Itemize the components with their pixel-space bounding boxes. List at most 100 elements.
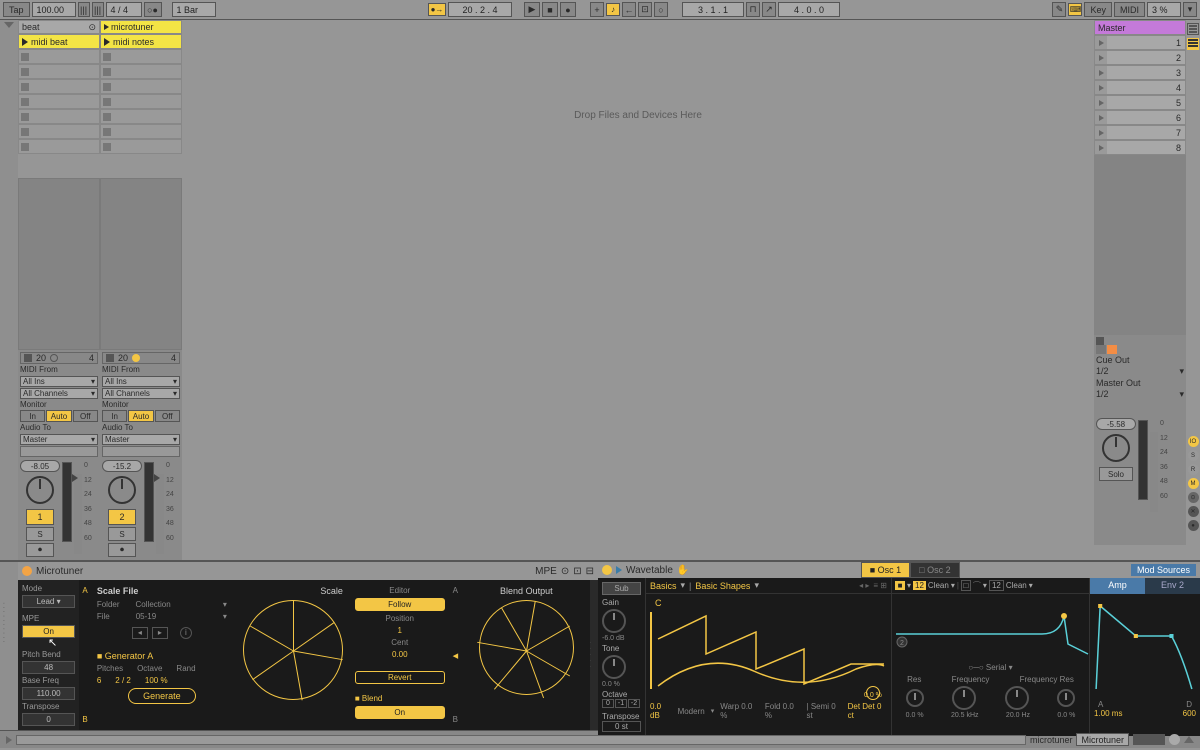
wavetable-display[interactable]: C <box>646 594 892 698</box>
revert-button[interactable]: Revert <box>355 671 445 684</box>
modern-select[interactable]: Modern <box>678 707 705 716</box>
scene-row[interactable]: 6 <box>1094 110 1186 125</box>
master-header[interactable]: Master <box>1094 20 1186 35</box>
clip-slot[interactable] <box>100 139 182 154</box>
selector-s[interactable]: S <box>1188 450 1199 461</box>
scene-row[interactable]: 5 <box>1094 95 1186 110</box>
clip-slot[interactable] <box>100 64 182 79</box>
cue-knob[interactable] <box>1102 434 1130 462</box>
audio-to-select[interactable]: Master▾ <box>20 434 98 445</box>
key-map[interactable]: Key <box>1084 2 1112 17</box>
midi-from-select[interactable]: All Ins▾ <box>102 376 180 387</box>
drop-area[interactable]: Drop Files and Devices Here <box>182 20 1094 560</box>
overload-icon[interactable]: ▾ <box>1183 2 1197 17</box>
osc2-tab[interactable]: □ Osc 2 <box>910 562 959 578</box>
solo-button[interactable]: Solo <box>1099 467 1133 481</box>
volume-readout[interactable]: -8.05 <box>20 460 60 472</box>
selector-io[interactable]: IO <box>1188 436 1199 447</box>
keyboard-icon[interactable]: ⌨ <box>1068 3 1082 16</box>
blend-on-button[interactable]: On <box>355 706 445 719</box>
oct-2-button[interactable]: -2 <box>628 699 640 708</box>
mode-select[interactable]: Lead ▾ <box>22 595 75 608</box>
stop-button[interactable]: ■ <box>542 2 558 17</box>
mod-sources-tab[interactable]: Mod Sources <box>1131 564 1196 576</box>
cent-value[interactable]: 0.00 <box>355 650 445 659</box>
midi-channel-select[interactable]: All Channels▾ <box>102 388 180 399</box>
attack-value[interactable]: 1.00 ms <box>1094 709 1122 718</box>
arm-button[interactable]: ⏺ <box>26 543 54 557</box>
clip-slot[interactable] <box>18 49 100 64</box>
fres-knob[interactable] <box>1057 689 1075 707</box>
midi-from-select[interactable]: All Ins▾ <box>20 376 98 387</box>
wrench-icon[interactable]: ⊟ <box>586 566 594 577</box>
nudge-down[interactable]: ||| <box>78 2 90 17</box>
scrollbar[interactable] <box>16 735 1026 745</box>
clip-slot[interactable] <box>18 64 100 79</box>
track-header[interactable]: microtuner <box>100 20 182 34</box>
clip-slot[interactable] <box>100 79 182 94</box>
warp-value[interactable]: Warp 0.0 % <box>720 702 759 720</box>
session-rec[interactable]: ○ <box>654 2 668 17</box>
tempo-field[interactable]: 100.00 <box>32 2 76 17</box>
audio-to-select[interactable]: Master▾ <box>102 434 180 445</box>
transpose-field[interactable]: 0 <box>22 713 75 726</box>
osc-vol[interactable]: 0.0 dB <box>650 702 672 720</box>
freq1-knob[interactable] <box>952 686 976 710</box>
filter1-type[interactable]: Clean <box>928 581 949 590</box>
arm-button[interactable]: ⏺ <box>108 543 136 557</box>
pan-knob[interactable] <box>108 476 136 504</box>
clip-slot[interactable] <box>18 109 100 124</box>
loop-length[interactable]: 4 . 0 . 0 <box>778 2 840 17</box>
expand-icon[interactable] <box>616 566 622 574</box>
status-dot[interactable] <box>1169 734 1180 745</box>
device-titlebar[interactable]: Wavetable ✋ ■ Osc 1 □ Osc 2 Mod Sources <box>598 562 1200 578</box>
chevron-down-icon[interactable]: ▾ <box>223 612 227 621</box>
blend-wheel[interactable] <box>479 600 574 695</box>
punch-icon[interactable]: ↗ <box>762 2 776 17</box>
routing-select[interactable]: Serial <box>986 663 1006 672</box>
track-activator[interactable]: 1 <box>26 509 54 525</box>
tap-button[interactable]: Tap <box>3 2 30 17</box>
device-on-icon[interactable] <box>22 566 32 576</box>
filter2-slope[interactable]: 12 <box>989 580 1004 591</box>
time-sig[interactable]: 4 / 4 <box>106 2 142 17</box>
scale-wheel[interactable] <box>243 600 343 700</box>
env2-tab[interactable]: Env 2 <box>1145 578 1200 594</box>
clip-slot[interactable]: midi beat <box>18 34 100 49</box>
pencil-icon[interactable]: ✎ <box>1052 2 1066 17</box>
play-icon[interactable] <box>22 38 28 46</box>
selector-r[interactable]: R <box>1188 464 1199 475</box>
gain-knob[interactable] <box>602 609 626 633</box>
basefreq-field[interactable]: 110.00 <box>22 687 75 700</box>
amp-tab[interactable]: Amp <box>1090 578 1145 594</box>
clip-slot[interactable] <box>100 124 182 139</box>
follow-icon[interactable]: ●→ <box>428 3 446 16</box>
clip-slot[interactable] <box>100 49 182 64</box>
clip-slot[interactable] <box>100 109 182 124</box>
selector-x[interactable]: ✕ <box>1188 506 1199 517</box>
solo-button[interactable]: S <box>26 527 54 541</box>
stop-icon[interactable] <box>21 53 29 61</box>
freq2-knob[interactable] <box>1005 686 1029 710</box>
decay-value[interactable]: 600 <box>1183 709 1196 718</box>
overdub-button[interactable]: + <box>590 2 604 17</box>
res-knob[interactable] <box>906 689 924 707</box>
status-device[interactable]: Microtuner <box>1076 733 1129 746</box>
volume-readout[interactable]: -5.58 <box>1096 418 1136 430</box>
volume-readout[interactable]: -15.2 <box>102 460 142 472</box>
volume-fader[interactable] <box>74 474 82 554</box>
clip-slot[interactable] <box>18 124 100 139</box>
monitor-in[interactable]: In <box>102 410 127 422</box>
info-icon[interactable]: i <box>180 627 192 639</box>
track-header[interactable]: beat⊙ <box>18 20 100 34</box>
follow-button[interactable]: Follow <box>355 598 445 611</box>
expand-up-icon[interactable] <box>1184 736 1194 743</box>
clip-slot[interactable] <box>100 94 182 109</box>
scene-row[interactable]: 8 <box>1094 140 1186 155</box>
filter1-slope[interactable]: 12 <box>913 581 926 590</box>
automation-arm[interactable]: ♪ <box>606 3 620 16</box>
oct-0-button[interactable]: 0 <box>602 699 614 708</box>
tone-knob[interactable] <box>602 655 626 679</box>
play-icon[interactable] <box>104 38 110 46</box>
capture-button[interactable]: ⊡ <box>638 2 652 17</box>
